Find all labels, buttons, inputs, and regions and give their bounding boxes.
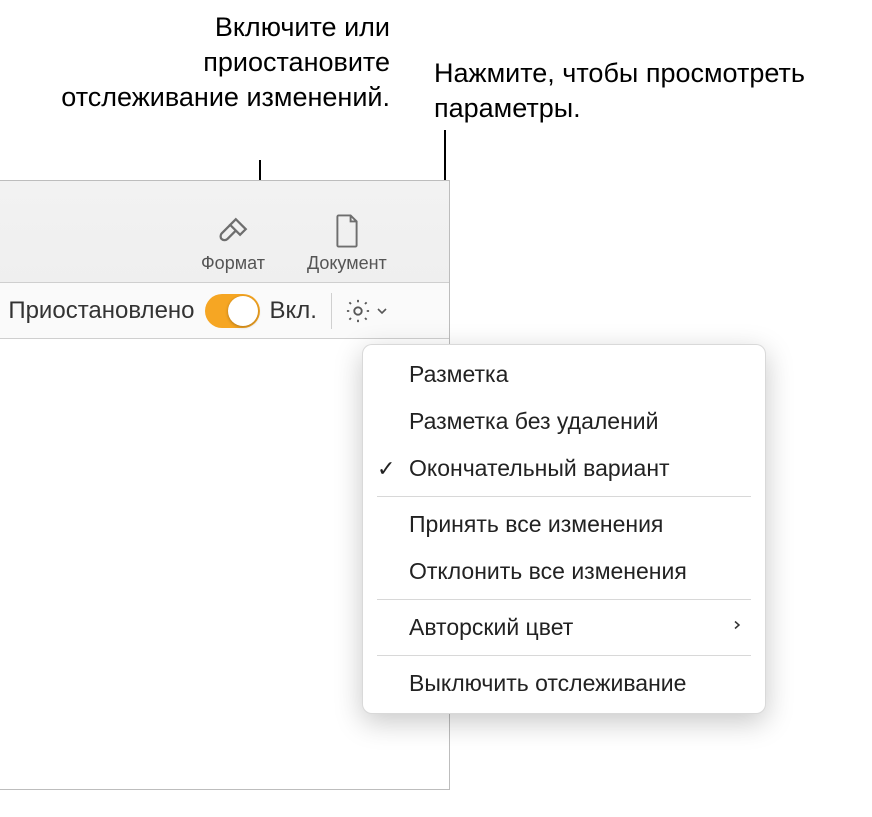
- gear-icon: [344, 297, 372, 325]
- toggle-on-label: Вкл.: [270, 297, 317, 325]
- menu-item-markup[interactable]: Разметка: [363, 351, 765, 398]
- menu-item-markup-no-deletions[interactable]: Разметка без удалений: [363, 398, 765, 445]
- menu-item-label: Разметка: [409, 361, 508, 388]
- chevron-down-icon: [374, 303, 390, 319]
- menu-item-label: Выключить отслеживание: [409, 670, 686, 697]
- menu-item-label: Окончательный вариант: [409, 455, 670, 482]
- menu-item-label: Разметка без удалений: [409, 408, 658, 435]
- chevron-right-icon: [731, 616, 743, 639]
- track-changes-bar: : Приостановлено Вкл.: [0, 283, 449, 339]
- paintbrush-icon: [216, 215, 250, 249]
- callout-track-changes-toggle: Включите или приостановите отслеживание …: [30, 10, 390, 115]
- menu-item-reject-all[interactable]: Отклонить все изменения: [363, 548, 765, 595]
- document-icon: [332, 213, 362, 249]
- review-options-button[interactable]: [338, 293, 396, 329]
- tracking-status-text: : Приостановлено: [0, 297, 195, 325]
- format-button[interactable]: Формат: [201, 215, 265, 274]
- checkmark-icon: ✓: [377, 456, 395, 482]
- document-label: Документ: [307, 253, 387, 274]
- menu-separator: [377, 496, 751, 497]
- menu-separator: [377, 599, 751, 600]
- main-toolbar: Формат Документ: [0, 181, 449, 283]
- callout-review-options: Нажмите, чтобы просмотреть параметры.: [434, 56, 814, 126]
- menu-item-accept-all[interactable]: Принять все изменения: [363, 501, 765, 548]
- review-options-menu: Разметка Разметка без удалений ✓ Окончат…: [362, 344, 766, 714]
- menu-item-turn-off-tracking[interactable]: Выключить отслеживание: [363, 660, 765, 707]
- format-label: Формат: [201, 253, 265, 274]
- toggle-knob: [228, 296, 258, 326]
- menu-separator: [377, 655, 751, 656]
- document-button[interactable]: Документ: [307, 213, 387, 274]
- menu-item-author-color[interactable]: Авторский цвет: [363, 604, 765, 651]
- menu-item-label: Отклонить все изменения: [409, 558, 687, 585]
- menu-item-label: Авторский цвет: [409, 614, 573, 641]
- menu-item-final[interactable]: ✓ Окончательный вариант: [363, 445, 765, 492]
- menu-item-label: Принять все изменения: [409, 511, 663, 538]
- track-changes-toggle[interactable]: [205, 294, 260, 328]
- separator: [331, 293, 332, 329]
